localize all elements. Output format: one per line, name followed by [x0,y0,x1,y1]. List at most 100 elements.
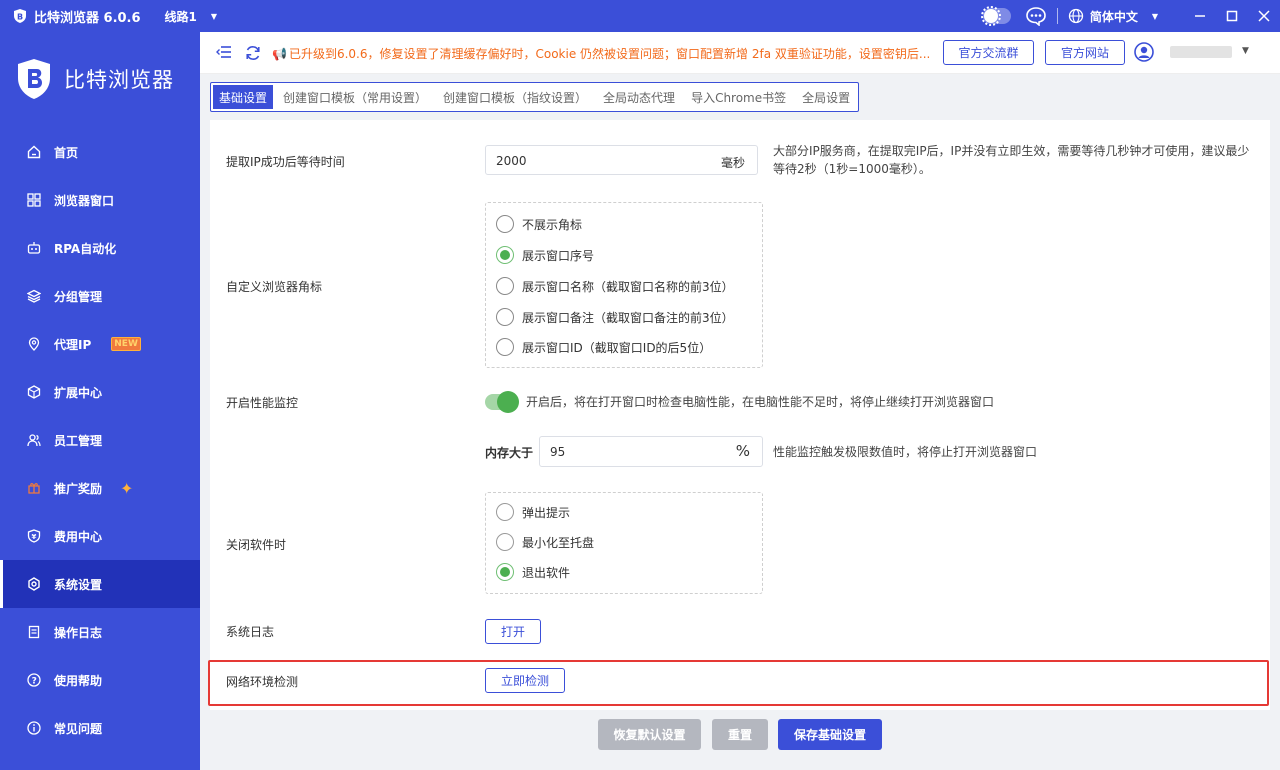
perf-monitor-toggle[interactable] [485,391,519,413]
chevron-down-icon: ▼ [210,11,218,21]
chevron-down-icon[interactable]: ▼ [1242,46,1249,56]
grid-icon [26,192,42,208]
app-title: 比特浏览器 6.0.6 [34,10,141,26]
divider [1056,8,1058,24]
sidebar-item-browser-windows[interactable]: 浏览器窗口 [0,176,200,224]
sidebar-item-label: 系统设置 [54,577,103,592]
settings-panel: 提取IP成功后等待时间 2000 毫秒 大部分IP服务商，在提取完IP后，IP并… [210,120,1270,710]
sidebar-item-label: 分组管理 [54,289,103,304]
sidebar-item-label: RPA自动化 [54,241,117,256]
close-icon [1258,10,1270,22]
theme-toggle[interactable] [980,6,1011,26]
sidebar-item-label: 首页 [54,145,79,160]
wallet-icon: ¥ [26,528,42,544]
user-name-redacted [1170,46,1232,58]
sidebar-item-staff[interactable]: 员工管理 [0,416,200,464]
robot-icon [26,240,42,256]
language-select[interactable]: 简体中文 ▼ [1068,8,1158,25]
svg-text:¥: ¥ [32,533,37,541]
system-log-label: 系统日志 [226,625,275,639]
sidebar-item-help[interactable]: ? 使用帮助 [0,656,200,704]
ip-wait-input[interactable]: 2000 毫秒 [485,145,758,175]
users-icon [26,432,42,448]
memory-unit: % [735,442,750,460]
radio-option[interactable]: 展示窗口备注（截取窗口备注的前3位） [496,308,734,326]
sidebar-item-billing[interactable]: ¥ 费用中心 [0,512,200,560]
close-button[interactable] [1248,0,1280,32]
sidebar-item-faq[interactable]: 常见问题 [0,704,200,752]
radio-option[interactable]: 不展示角标 [496,215,582,233]
brand-name: 比特浏览器 [64,68,174,92]
language-label: 简体中文 [1089,9,1138,24]
sidebar-item-label: 费用中心 [54,529,103,544]
location-icon [26,336,42,352]
tab-window-template-fingerprint[interactable]: 创建窗口模板（指纹设置） [435,83,595,111]
megaphone-icon: 📢 [272,47,287,61]
line-select[interactable]: 线路1 ▼ [165,8,218,25]
website-button[interactable]: 官方网站 [1045,40,1125,65]
close-behavior-label: 关闭软件时 [226,538,287,552]
radio-option[interactable]: 展示窗口序号 [496,246,594,264]
sidebar-item-groups[interactable]: 分组管理 [0,272,200,320]
minimize-icon [1195,15,1205,17]
update-notice[interactable]: 📢 已升级到6.0.6，修复设置了清理缓存偏好时，Cookie 仍然被设置问题；窗… [272,45,932,62]
radio-option[interactable]: 弹出提示 [496,503,570,521]
sidebar-item-label: 使用帮助 [54,673,103,688]
help-icon: ? [26,672,42,688]
sidebar-item-label: 代理IP [54,337,92,352]
chevron-down-icon: ▼ [1151,11,1158,21]
sidebar-item-proxy-ip[interactable]: 代理IP NEW [0,320,200,368]
sparkle-icon: ✦ [120,478,134,498]
sidebar-item-home[interactable]: 首页 [0,128,200,176]
open-log-button[interactable]: 打开 [485,619,541,644]
perf-monitor-help: 开启后，将在打开窗口时检查电脑性能，在电脑性能不足时，将停止继续打开浏览器窗口 [526,395,995,409]
refresh-icon[interactable] [244,44,262,62]
sidebar-item-label: 推广奖励 [54,481,103,496]
radio-option[interactable]: 退出软件 [496,563,570,581]
reset-button[interactable]: 重置 [712,719,768,750]
badge-radio-group: 不展示角标 展示窗口序号 展示窗口名称（截取窗口名称的前3位） 展示窗口备注（截… [485,202,763,368]
app-logo-icon [18,59,50,99]
settings-icon [26,576,42,592]
sidebar: 比特浏览器 首页 浏览器窗口 RPA自动化 分组管理 代理IP NEW 扩展中心 [0,32,200,770]
memory-label: 内存大于 [485,446,534,460]
community-button[interactable]: 官方交流群 [943,40,1034,65]
tab-basic-settings[interactable]: 基础设置 [213,85,274,109]
brand: 比特浏览器 [16,58,174,100]
collapse-menu-icon[interactable] [216,45,232,59]
tab-window-template-common[interactable]: 创建窗口模板（常用设置） [275,83,435,111]
radio-option[interactable]: 展示窗口ID（截取窗口ID的后5位） [496,338,711,356]
svg-text:?: ? [32,677,37,687]
tab-import-chrome-bookmarks[interactable]: 导入Chrome书签 [683,83,794,111]
save-basic-settings-button[interactable]: 保存基础设置 [778,719,882,750]
sidebar-item-extensions[interactable]: 扩展中心 [0,368,200,416]
tab-global-dynamic-proxy[interactable]: 全局动态代理 [595,83,683,111]
globe-icon [1068,8,1083,24]
tab-global-settings[interactable]: 全局设置 [794,83,858,111]
sidebar-item-rpa[interactable]: RPA自动化 [0,224,200,272]
maximize-button[interactable] [1216,0,1248,32]
sidebar-item-referral[interactable]: 推广奖励 ✦ [0,464,200,512]
update-notice-text: 已升级到6.0.6，修复设置了清理缓存偏好时，Cookie 仍然被设置问题；窗口… [288,47,931,61]
memory-help: 性能监控触发极限数值时，将停止打开浏览器窗口 [773,445,1038,459]
avatar[interactable] [1134,42,1154,62]
sidebar-item-settings[interactable]: 系统设置 [0,560,200,608]
layers-icon [26,288,42,304]
close-radio-group: 弹出提示 最小化至托盘 退出软件 [485,492,763,594]
maximize-icon [1226,10,1238,22]
radio-option[interactable]: 展示窗口名称（截取窗口名称的前3位） [496,277,734,295]
memory-input[interactable]: 95 % [539,436,763,467]
sidebar-item-operation-log[interactable]: 操作日志 [0,608,200,656]
chat-support-icon[interactable] [1025,5,1047,27]
ip-wait-value: 2000 [496,154,527,168]
restore-defaults-button[interactable]: 恢复默认设置 [598,719,701,750]
perf-monitor-label: 开启性能监控 [226,396,299,410]
new-badge: NEW [111,337,141,351]
svg-text:B: B [17,13,23,22]
sidebar-nav: 首页 浏览器窗口 RPA自动化 分组管理 代理IP NEW 扩展中心 员工管理 [0,128,200,752]
ip-wait-help: 大部分IP服务商，在提取完IP后，IP并没有立即生效，需要等待几秒钟才可使用，建… [773,144,1250,176]
app-logo-icon: B [14,9,26,23]
radio-option[interactable]: 最小化至托盘 [496,533,594,551]
minimize-button[interactable] [1184,0,1216,32]
sidebar-item-label: 扩展中心 [54,385,103,400]
